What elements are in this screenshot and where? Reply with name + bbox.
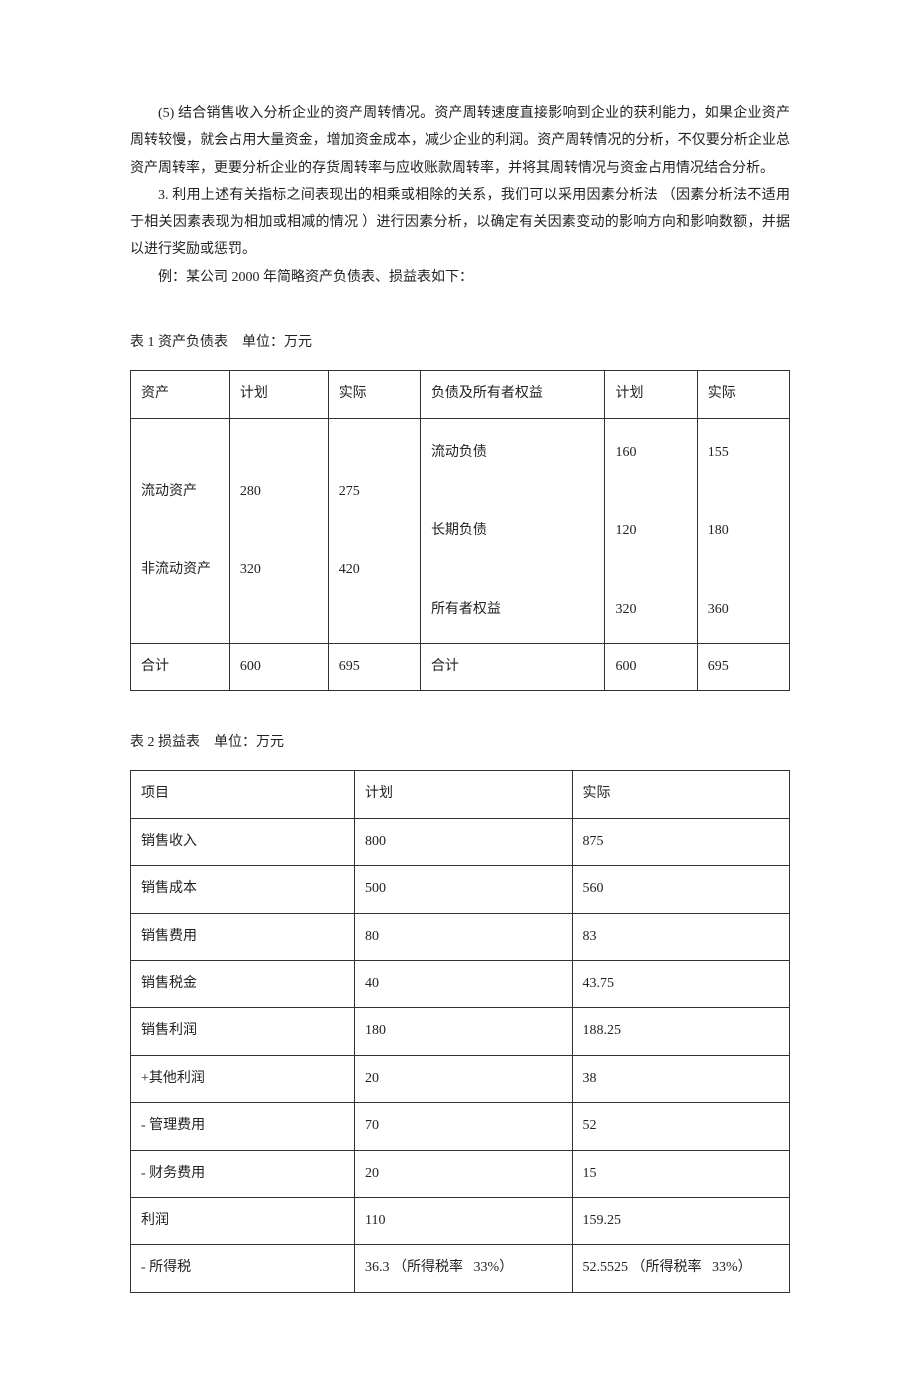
cell: 560 [572, 866, 789, 913]
cell: 销售成本 [131, 866, 355, 913]
cell: 40 [355, 960, 572, 1007]
paragraph-3: 3. 利用上述有关指标之间表现出的相乘或相除的关系，我们可以采用因素分析法 （因… [130, 182, 790, 264]
cell: 销售费用 [131, 913, 355, 960]
cell: - 财务费用 [131, 1150, 355, 1197]
liab-plan: 160 120 320 [605, 418, 697, 643]
table-row: 销售费用 80 83 [131, 913, 790, 960]
liab-actual: 155 180 360 [697, 418, 789, 643]
table-row: - 财务费用 20 15 [131, 1150, 790, 1197]
paragraph-5: (5) 结合销售收入分析企业的资产周转情况。资产周转速度直接影响到企业的获利能力… [130, 100, 790, 182]
header-actual2: 实际 [697, 371, 789, 418]
total-actual2: 695 [697, 643, 789, 690]
cell: 销售税金 [131, 960, 355, 1007]
cell: 20 [355, 1055, 572, 1102]
cell: 销售收入 [131, 818, 355, 865]
liab-labels: 流动负债 长期负债 所有者权益 [420, 418, 605, 643]
table-row: 项目 计划 实际 [131, 771, 790, 818]
cell: 36.3 （所得税率 33%） [355, 1245, 572, 1292]
table2-caption: 表 2 损益表 单位：万元 [130, 729, 790, 756]
cell: 800 [355, 818, 572, 865]
cell: 52.5525 （所得税率 33%） [572, 1245, 789, 1292]
total-plan2: 600 [605, 643, 697, 690]
cell: 销售利润 [131, 1008, 355, 1055]
cell: 159.25 [572, 1197, 789, 1244]
header-plan: 计划 [355, 771, 572, 818]
header-asset: 资产 [131, 371, 230, 418]
header-plan: 计划 [229, 371, 328, 418]
total-actual: 695 [328, 643, 420, 690]
cell: 52 [572, 1103, 789, 1150]
cell: 110 [355, 1197, 572, 1244]
table-row: 利润 110 159.25 [131, 1197, 790, 1244]
cell: 875 [572, 818, 789, 865]
cell: 80 [355, 913, 572, 960]
table-row: +其他利润 20 38 [131, 1055, 790, 1102]
total-label: 合计 [131, 643, 230, 690]
table-row: 销售税金 40 43.75 [131, 960, 790, 1007]
table-row: 流动资产 非流动资产 280 320 275 420 流动负债 长期负债 所有者… [131, 418, 790, 643]
table1-caption: 表 1 资产负债表 单位：万元 [130, 329, 790, 356]
cell: 83 [572, 913, 789, 960]
cell: +其他利润 [131, 1055, 355, 1102]
header-plan2: 计划 [605, 371, 697, 418]
header-liab-equity: 负债及所有者权益 [420, 371, 605, 418]
table-row: 销售成本 500 560 [131, 866, 790, 913]
cell: 180 [355, 1008, 572, 1055]
asset-actual: 275 420 [328, 418, 420, 643]
cell: - 所得税 [131, 1245, 355, 1292]
table-row: 合计 600 695 合计 600 695 [131, 643, 790, 690]
table-row: 资产 计划 实际 负债及所有者权益 计划 实际 [131, 371, 790, 418]
cell: 500 [355, 866, 572, 913]
balance-sheet-table: 资产 计划 实际 负债及所有者权益 计划 实际 流动资产 非流动资产 280 3… [130, 370, 790, 691]
cell: 43.75 [572, 960, 789, 1007]
table-row: 销售利润 180 188.25 [131, 1008, 790, 1055]
cell: 38 [572, 1055, 789, 1102]
paragraph-example: 例：某公司 2000 年简略资产负债表、损益表如下： [130, 264, 790, 291]
total-plan: 600 [229, 643, 328, 690]
cell: 70 [355, 1103, 572, 1150]
table-row: - 所得税 36.3 （所得税率 33%） 52.5525 （所得税率 33%） [131, 1245, 790, 1292]
income-statement-table: 项目 计划 实际 销售收入 800 875 销售成本 500 560 销售费用 … [130, 770, 790, 1292]
cell: - 管理费用 [131, 1103, 355, 1150]
asset-plan: 280 320 [229, 418, 328, 643]
table-row: - 管理费用 70 52 [131, 1103, 790, 1150]
header-actual: 实际 [572, 771, 789, 818]
total-label2: 合计 [420, 643, 605, 690]
asset-labels: 流动资产 非流动资产 [131, 418, 230, 643]
header-item: 项目 [131, 771, 355, 818]
table-row: 销售收入 800 875 [131, 818, 790, 865]
header-actual: 实际 [328, 371, 420, 418]
cell: 20 [355, 1150, 572, 1197]
cell: 188.25 [572, 1008, 789, 1055]
cell: 15 [572, 1150, 789, 1197]
cell: 利润 [131, 1197, 355, 1244]
